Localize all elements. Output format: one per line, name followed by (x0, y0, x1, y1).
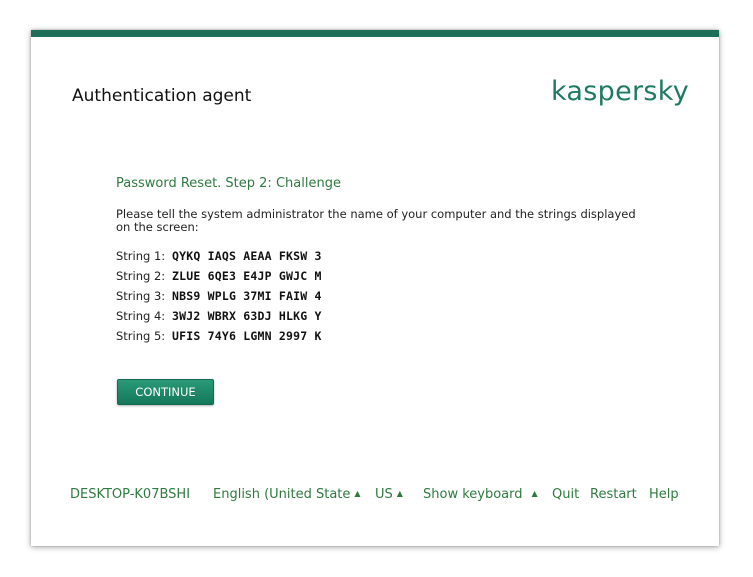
challenge-string-row: String 3: NBS9 WPLG 37MI FAIW 4 (116, 286, 322, 306)
keyboard-layout-selector[interactable]: US ▲ (375, 487, 403, 502)
instructions-text: Please tell the system administrator the… (116, 207, 636, 234)
top-accent-bar (31, 30, 719, 37)
string-value: 3WJ2 WBRX 63DJ HLKG Y (172, 309, 322, 323)
help-link[interactable]: Help (649, 487, 679, 502)
step-title: Password Reset. Step 2: Challenge (116, 176, 341, 191)
string-value: QYKQ IAQS AEAA FKSW 3 (172, 249, 322, 263)
continue-button[interactable]: CONTINUE (117, 379, 214, 405)
language-label: English (United State (213, 487, 351, 502)
string-value: UFIS 74Y6 LGMN 2997 K (172, 329, 322, 343)
string-label: String 5: (116, 329, 166, 343)
string-label: String 3: (116, 289, 166, 303)
caret-up-icon: ▲ (396, 489, 403, 498)
keyboard-layout-label: US (375, 487, 393, 502)
challenge-string-row: String 5: UFIS 74Y6 LGMN 2997 K (116, 326, 322, 346)
kaspersky-logo: kaspersky (550, 76, 689, 107)
caret-up-icon: ▲ (531, 489, 538, 498)
auth-agent-window: Authentication agent kaspersky Password … (31, 30, 719, 546)
challenge-string-row: String 2: ZLUE 6QE3 E4JP GWJC M (116, 266, 322, 286)
app-title: Authentication agent (72, 86, 252, 106)
computer-name: DESKTOP-K07BSHI (70, 487, 191, 502)
caret-up-icon: ▲ (354, 489, 361, 498)
restart-link[interactable]: Restart (590, 487, 637, 502)
show-keyboard-label: Show keyboard (423, 487, 523, 502)
challenge-string-row: String 4: 3WJ2 WBRX 63DJ HLKG Y (116, 306, 322, 326)
challenge-strings-list: String 1: QYKQ IAQS AEAA FKSW 3 String 2:… (116, 246, 322, 346)
string-value: ZLUE 6QE3 E4JP GWJC M (172, 269, 322, 283)
language-selector[interactable]: English (United State ▲ (213, 487, 361, 502)
string-label: String 2: (116, 269, 166, 283)
quit-link[interactable]: Quit (552, 487, 579, 502)
string-label: String 1: (116, 249, 166, 263)
challenge-string-row: String 1: QYKQ IAQS AEAA FKSW 3 (116, 246, 322, 266)
string-label: String 4: (116, 309, 166, 323)
string-value: NBS9 WPLG 37MI FAIW 4 (172, 289, 322, 303)
show-keyboard-toggle[interactable]: Show keyboard ▲ (423, 487, 538, 502)
